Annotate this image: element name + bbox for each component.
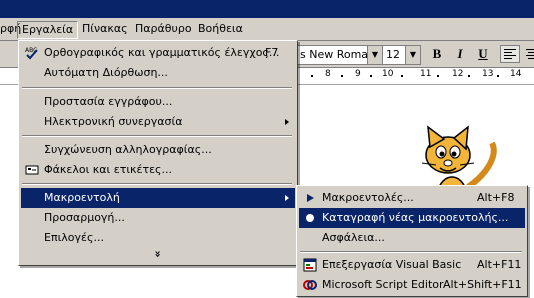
ruler-number: 13 [482, 69, 494, 79]
spelling-check-icon: ABC [25, 46, 39, 60]
menu-item-security[interactable]: Ασφάλεια... [299, 228, 525, 248]
visual-basic-icon [303, 258, 317, 272]
menu-item-label: Αυτόματη Διόρθωση... [44, 66, 168, 79]
ruler-tick [437, 75, 439, 77]
menu-separator [22, 87, 292, 89]
menu-window[interactable]: Παράθυρο [131, 21, 196, 37]
ruler-number: 11 [420, 69, 432, 79]
ruler-number: 12 [452, 69, 464, 79]
submenu-arrow-icon [285, 195, 289, 201]
ruler-number: 14 [510, 69, 522, 79]
align-left-icon [504, 49, 516, 59]
menu-table[interactable]: Πίνακας [78, 21, 132, 37]
submenu-arrow-icon [285, 119, 289, 125]
menu-item-label: Ηλεκτρονική συνεργασία [44, 115, 183, 128]
menu-item-label: Φάκελοι και ετικέτες... [44, 163, 172, 176]
menu-item-label: Επιλογές... [44, 231, 104, 244]
font-name-value: s New Roman [300, 48, 376, 61]
ruler-number: 10 [382, 69, 394, 79]
play-icon [303, 191, 317, 205]
font-size-combo[interactable]: 12 ▼ [382, 45, 421, 65]
title-bar [0, 0, 534, 18]
align-left-button[interactable] [500, 45, 520, 63]
shortcut-label: F7 [265, 46, 279, 59]
menu-bar: ρφή Εργαλεία Πίνακας Παράθυρο Βοήθεια [0, 18, 534, 41]
menu-item-label: Καταγραφή νέας μακροεντολής... [322, 211, 509, 224]
chevron-double-down-icon: » [151, 250, 165, 258]
menu-item-macro[interactable]: Μακροεντολή [21, 188, 295, 208]
ruler-tick [311, 75, 313, 77]
menu-item-label: Ασφάλεια... [322, 231, 385, 244]
menu-item-options[interactable]: Επιλογές... [21, 228, 295, 248]
script-editor-icon [303, 278, 317, 292]
menu-item-online-collaboration[interactable]: Ηλεκτρονική συνεργασία [21, 112, 295, 132]
chevron-down-icon[interactable]: ▼ [405, 46, 420, 64]
menu-item-label: Microsoft Script Editor [322, 278, 444, 291]
bold-button[interactable]: B [427, 45, 447, 63]
macro-submenu: Μακροεντολές... Alt+F8 Καταγραφή νέας μα… [296, 185, 528, 297]
align-center-icon [526, 49, 534, 59]
menu-item-label: Επεξεργασία Visual Basic [322, 258, 462, 271]
menu-item-label: Μακροεντολή [44, 191, 120, 204]
shortcut-label: Alt+F11 [477, 258, 522, 271]
menu-tools[interactable]: Εργαλεία [17, 21, 79, 39]
font-name-combo[interactable]: s New Roman ▼ [296, 45, 383, 65]
ruler-tick [401, 75, 403, 77]
tools-menu: ABC Ορθογραφικός και γραμματικός έλεγχος… [18, 40, 298, 266]
ruler-tick [341, 75, 343, 77]
underline-button[interactable]: U [473, 45, 493, 63]
menu-item-protect-document[interactable]: Προστασία εγγράφου... [21, 92, 295, 112]
menu-item-customize[interactable]: Προσαρμογή... [21, 208, 295, 228]
menu-item-record-new-macro[interactable]: Καταγραφή νέας μακροεντολής... [299, 208, 525, 228]
menu-item-label: Προστασία εγγράφου... [44, 95, 173, 108]
ruler-tick [468, 75, 470, 77]
menu-item-visual-basic-editor[interactable]: Επεξεργασία Visual Basic Alt+F11 [299, 255, 525, 275]
menu-expand-button[interactable]: » [21, 246, 295, 262]
align-center-button[interactable] [522, 45, 534, 63]
shortcut-label: Alt+Shift+F11 [443, 278, 522, 291]
menu-item-label: Ορθογραφικός και γραμματικός έλεγχος... [44, 46, 280, 59]
menu-separator [300, 251, 522, 253]
menu-item-envelopes-labels[interactable]: Φάκελοι και ετικέτες... [21, 160, 295, 180]
menu-item-label: Μακροεντολές... [322, 191, 414, 204]
menu-item-spelling[interactable]: ABC Ορθογραφικός και γραμματικός έλεγχος… [21, 43, 295, 63]
menu-item-autocorrect[interactable]: Αυτόματη Διόρθωση... [21, 63, 295, 83]
menu-separator [22, 135, 292, 137]
envelope-icon [25, 163, 39, 177]
chevron-down-icon[interactable]: ▼ [367, 46, 382, 64]
menu-help[interactable]: Βοήθεια [194, 21, 247, 37]
menu-item-mail-merge[interactable]: Συγχώνευση αλληλογραφίας... [21, 140, 295, 160]
record-icon [303, 211, 317, 225]
menu-item-script-editor[interactable]: Microsoft Script Editor Alt+Shift+F11 [299, 275, 525, 295]
shortcut-label: Alt+F8 [477, 191, 515, 204]
ruler-tick [370, 75, 372, 77]
menu-item-macros[interactable]: Μακροεντολές... Alt+F8 [299, 188, 525, 208]
ruler-number: 9 [355, 69, 361, 79]
menu-item-label: Προσαρμογή... [44, 211, 125, 224]
menu-item-label: Συγχώνευση αλληλογραφίας... [44, 143, 212, 156]
menu-separator [22, 183, 292, 185]
italic-button[interactable]: I [450, 45, 470, 63]
font-size-value: 12 [386, 48, 400, 61]
ruler-tick [497, 75, 499, 77]
ruler-number: 8 [325, 69, 331, 79]
